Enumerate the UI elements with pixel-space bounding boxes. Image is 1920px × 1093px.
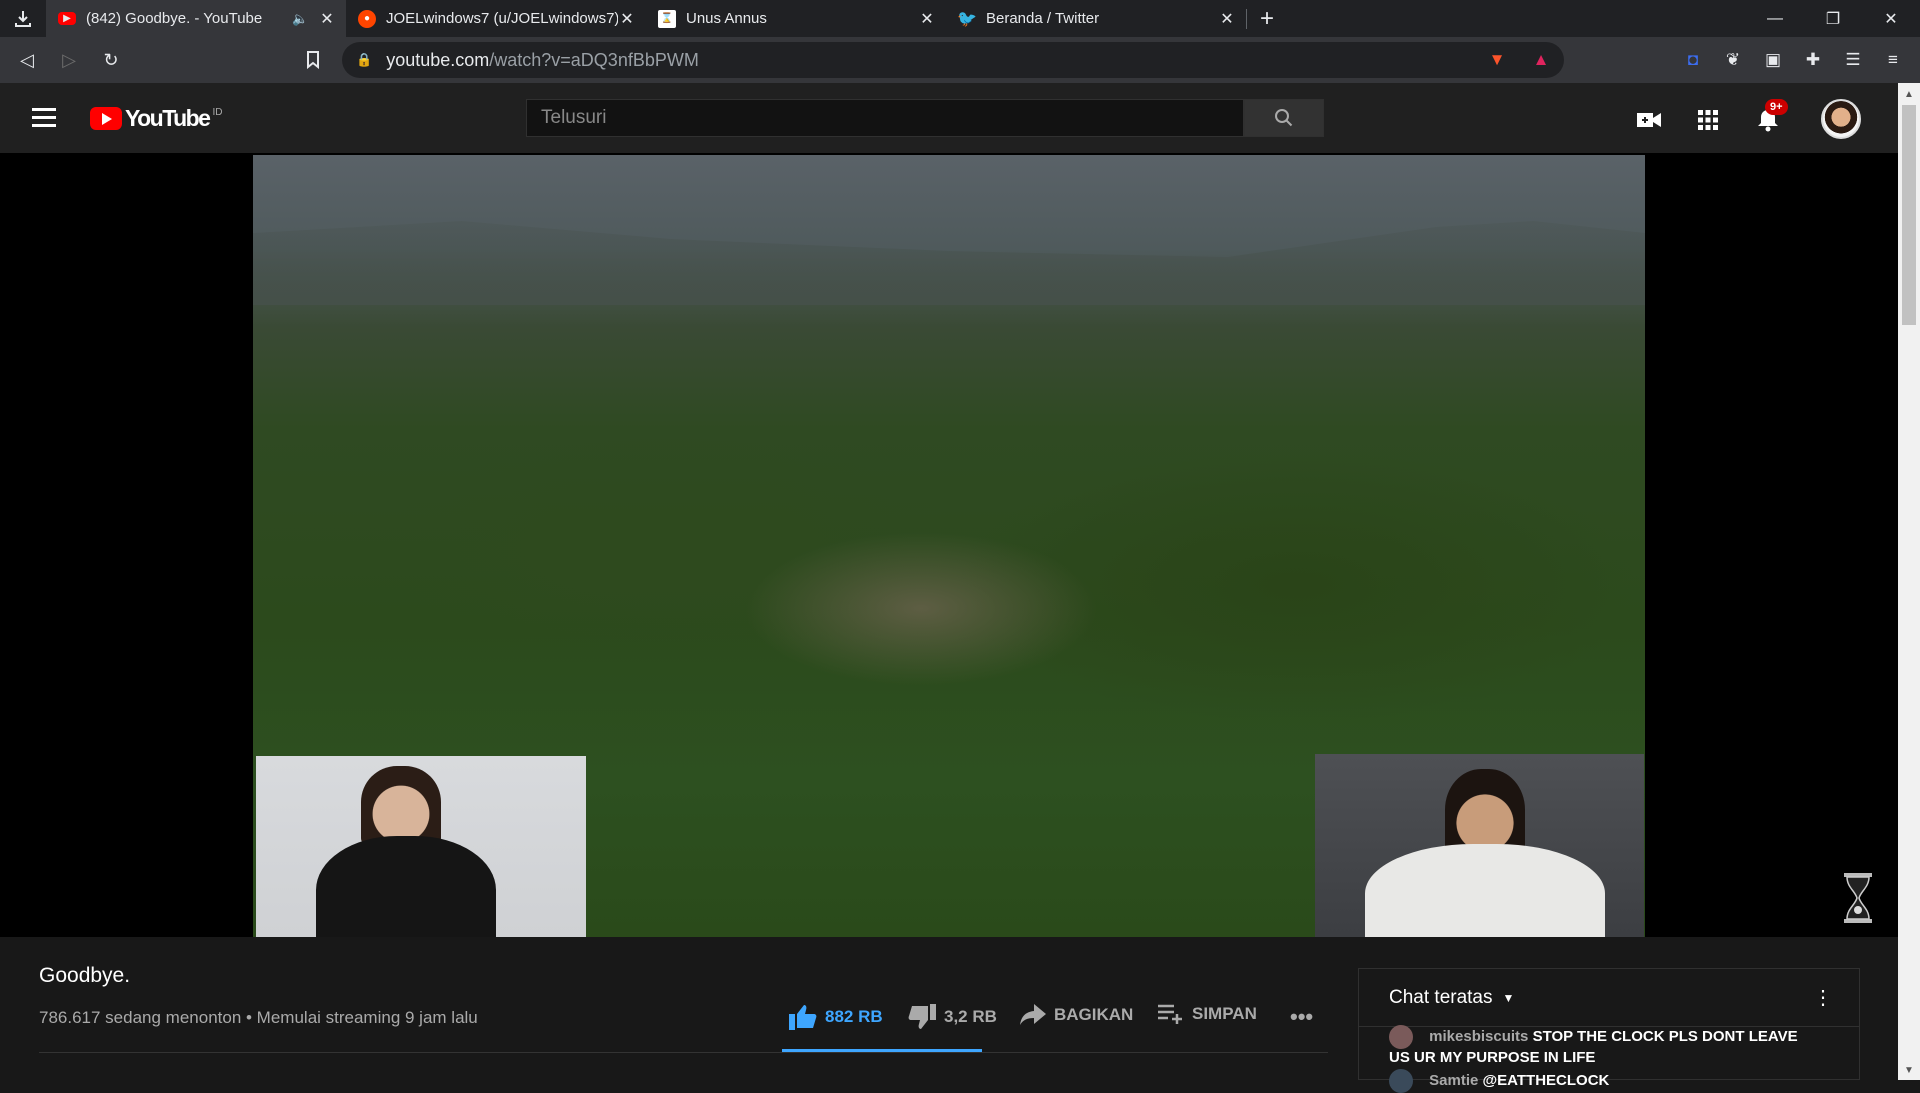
share-button[interactable]: BAGIKAN bbox=[1020, 1004, 1133, 1026]
search-icon bbox=[1275, 109, 1293, 127]
logo-country: ID bbox=[212, 107, 223, 118]
page-scrollbar[interactable]: ▲ ▼ bbox=[1898, 83, 1920, 1080]
logo-text: YouTube bbox=[125, 105, 211, 131]
url-host: youtube.com bbox=[386, 49, 490, 70]
notification-badge: 9+ bbox=[1765, 99, 1788, 115]
save-label: SIMPAN bbox=[1192, 1004, 1257, 1023]
dislike-button[interactable]: 3,2 RB bbox=[908, 1004, 997, 1030]
puzzle-icon[interactable]: ✚ bbox=[1798, 37, 1828, 83]
brave-rewards-icon[interactable]: ▲ bbox=[1526, 37, 1556, 83]
divider bbox=[39, 1052, 1328, 1053]
hourglass-watermark-icon bbox=[1844, 873, 1872, 923]
reload-icon[interactable]: ↻ bbox=[90, 50, 132, 71]
url-path: /watch?v=aDQ3nfBbPWM bbox=[489, 49, 699, 70]
thumbs-down-icon bbox=[908, 1004, 936, 1029]
extension-icon[interactable]: ❦ bbox=[1718, 37, 1748, 83]
youtube-icon: ▶ bbox=[58, 12, 76, 25]
browser-tab-bar: ▶ (842) Goodbye. - YouTube 🔈 ✕ ● JOELwin… bbox=[0, 0, 1920, 37]
like-count: 882 RB bbox=[825, 1007, 883, 1026]
restore-icon[interactable]: ❐ bbox=[1804, 0, 1862, 37]
forward-icon[interactable]: ▷ bbox=[48, 50, 90, 71]
tab-youtube[interactable]: ▶ (842) Goodbye. - YouTube 🔈 ✕ bbox=[46, 0, 346, 37]
brave-shield-icon[interactable]: ▼ bbox=[1482, 37, 1512, 83]
youtube-logo[interactable]: YouTube ID bbox=[90, 105, 222, 132]
close-tab-icon[interactable]: ✕ bbox=[618, 9, 636, 29]
downloads-icon[interactable] bbox=[0, 0, 46, 37]
hamburger-menu-icon[interactable] bbox=[32, 108, 56, 132]
like-button[interactable]: 882 RB bbox=[789, 1004, 883, 1030]
url-bar[interactable]: 🔒 youtube.com/watch?v=aDQ3nfBbPWM bbox=[342, 42, 1564, 78]
create-video-icon[interactable] bbox=[1634, 105, 1664, 135]
menu-icon[interactable]: ≡ bbox=[1878, 37, 1908, 83]
dislike-count: 3,2 RB bbox=[944, 1007, 997, 1026]
chat-header[interactable]: Chat teratas ▼ ⋮ bbox=[1359, 969, 1859, 1027]
add-to-playlist-icon bbox=[1158, 1004, 1182, 1024]
chat-author: mikesbiscuits bbox=[1429, 1027, 1529, 1045]
chat-author: Samtie bbox=[1429, 1071, 1479, 1089]
webcam-left bbox=[256, 756, 586, 937]
chat-mode-label: Chat teratas bbox=[1389, 986, 1493, 1008]
media-queue-icon[interactable]: ☰ bbox=[1838, 37, 1868, 83]
reddit-icon: ● bbox=[358, 9, 376, 28]
chat-message: mikesbiscuits STOP THE CLOCK PLS DONT LE… bbox=[1389, 1025, 1809, 1067]
webcam-right bbox=[1315, 754, 1644, 937]
scrollbar-thumb[interactable] bbox=[1902, 105, 1916, 325]
share-icon bbox=[1020, 1004, 1046, 1025]
search-input[interactable]: Telusuri bbox=[526, 99, 1244, 137]
live-chat-panel: Chat teratas ▼ ⋮ mikesbiscuits STOP THE … bbox=[1358, 968, 1860, 1093]
new-tab-button[interactable]: + bbox=[1247, 5, 1287, 33]
chevron-down-icon: ▼ bbox=[1502, 990, 1515, 1005]
minimize-icon[interactable]: — bbox=[1746, 0, 1804, 37]
back-icon[interactable]: ◁ bbox=[6, 50, 48, 71]
share-label: BAGIKAN bbox=[1054, 1005, 1134, 1024]
video-title: Goodbye. bbox=[39, 964, 131, 987]
chat-avatar bbox=[1389, 1025, 1413, 1049]
twitter-icon: 🐦 bbox=[957, 10, 977, 28]
bookmark-icon[interactable] bbox=[298, 37, 328, 83]
tab-title: (842) Goodbye. - YouTube bbox=[86, 10, 263, 27]
chat-text: @EATTHECLOCK bbox=[1482, 1071, 1610, 1089]
lock-icon: 🔒 bbox=[356, 52, 373, 67]
speaker-icon[interactable]: 🔈 bbox=[292, 11, 312, 27]
save-button[interactable]: SIMPAN bbox=[1158, 1004, 1257, 1024]
tab-title: Beranda / Twitter bbox=[986, 10, 1100, 27]
scroll-down-icon[interactable]: ▼ bbox=[1904, 1065, 1914, 1076]
video-landscape bbox=[253, 221, 1645, 305]
tab-title: JOELwindows7 (u/JOELwindows7) - bbox=[386, 10, 618, 27]
chat-avatar bbox=[1389, 1069, 1413, 1093]
avatar[interactable] bbox=[1821, 99, 1861, 139]
tab-title: Unus Annus bbox=[686, 10, 767, 27]
extension-square-icon[interactable]: ▣ bbox=[1758, 37, 1788, 83]
close-tab-icon[interactable]: ✕ bbox=[318, 9, 336, 29]
chat-menu-icon[interactable]: ⋮ bbox=[1813, 985, 1833, 1010]
apps-grid-icon[interactable] bbox=[1693, 105, 1723, 135]
bitwarden-icon[interactable]: ◘ bbox=[1678, 37, 1708, 83]
tab-reddit[interactable]: ● JOELwindows7 (u/JOELwindows7) - ✕ bbox=[346, 0, 646, 37]
tab-unus-annus[interactable]: ⌛ Unus Annus ✕ bbox=[646, 0, 946, 37]
search-button[interactable] bbox=[1244, 99, 1324, 137]
tab-twitter[interactable]: 🐦 Beranda / Twitter ✕ bbox=[946, 0, 1246, 37]
close-window-icon[interactable]: ✕ bbox=[1862, 0, 1920, 37]
video-meta: 786.617 sedang menonton • Memulai stream… bbox=[39, 1008, 478, 1027]
close-tab-icon[interactable]: ✕ bbox=[1218, 9, 1236, 29]
close-tab-icon[interactable]: ✕ bbox=[918, 9, 936, 29]
scroll-up-icon[interactable]: ▲ bbox=[1904, 89, 1914, 100]
window-controls: — ❐ ✕ bbox=[1746, 0, 1920, 37]
chat-message: Samtie @EATTHECLOCK bbox=[1389, 1069, 1609, 1093]
unus-annus-icon: ⌛ bbox=[658, 9, 676, 28]
play-logo-icon bbox=[90, 107, 122, 130]
thumbs-up-icon bbox=[789, 1005, 817, 1030]
address-toolbar: ◁ ▷ ↻ 🔒 youtube.com/watch?v=aDQ3nfBbPWM … bbox=[0, 37, 1920, 83]
youtube-header: YouTube ID Telusuri 9+ bbox=[0, 83, 1898, 153]
more-actions-button[interactable]: ••• bbox=[1290, 1004, 1313, 1030]
